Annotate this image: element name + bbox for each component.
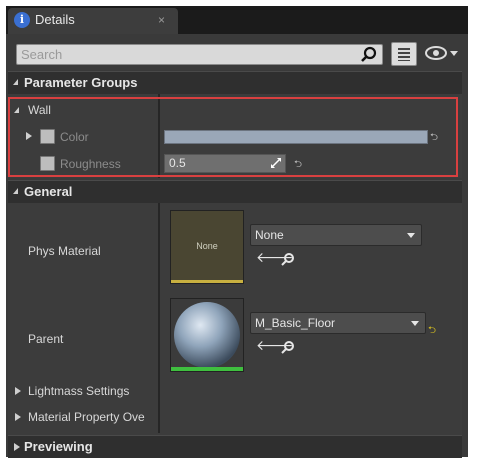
details-window: i Details × Search Parameter Groups Wall… [6,6,468,458]
section-previewing[interactable]: Previewing [8,435,462,458]
chevron-down-icon [407,233,415,238]
list-view-icon [398,48,410,61]
info-icon: i [14,12,30,28]
section-parameter-groups[interactable]: Parameter Groups [8,71,462,94]
eye-icon [425,46,458,60]
search-input[interactable]: Search [16,44,383,65]
lightmass-settings-label[interactable]: Lightmass Settings [28,384,129,398]
material-property-label[interactable]: Material Property Ove [28,410,145,424]
collapse-arrow-icon [13,79,18,85]
tab-details[interactable]: i Details × [8,8,178,34]
dropdown-value: M_Basic_Floor [255,316,336,330]
asset-type-bar [171,367,243,371]
section-title: General [24,184,73,199]
browse-search-icon[interactable] [281,252,295,266]
highlight-box [8,97,458,177]
collapse-arrow-icon [13,188,18,194]
parent-dropdown[interactable]: M_Basic_Floor [250,312,426,334]
tab-bar: i Details × [6,6,468,34]
tab-title: Details [35,12,75,27]
phys-material-thumbnail[interactable]: None [170,210,244,284]
search-icon[interactable] [360,46,378,64]
expand-arrow-icon [14,443,20,451]
close-icon[interactable]: × [158,13,165,27]
reset-to-default-icon[interactable]: ⮌ [428,323,436,340]
browse-search-icon[interactable] [281,340,295,354]
visibility-filter-button[interactable] [422,43,462,63]
expand-arrow-icon[interactable] [15,413,21,421]
view-options-button[interactable] [391,42,417,66]
chevron-down-icon [411,321,419,326]
phys-material-label: Phys Material [28,244,101,258]
section-general[interactable]: General [8,180,462,203]
parent-thumbnail[interactable] [170,298,244,372]
thumbnail-label: None [196,241,218,251]
section-title: Parameter Groups [24,75,138,90]
search-placeholder: Search [21,47,63,62]
phys-material-dropdown[interactable]: None [250,224,422,246]
column-divider[interactable] [158,203,160,433]
expand-arrow-icon[interactable] [15,387,21,395]
dropdown-value: None [255,228,284,242]
asset-type-bar [171,280,243,283]
section-title: Previewing [24,439,93,454]
parent-label: Parent [28,332,64,346]
details-panel: Search Parameter Groups Wall Color ⮌ Rou… [6,34,468,458]
material-sphere-preview [174,302,240,368]
